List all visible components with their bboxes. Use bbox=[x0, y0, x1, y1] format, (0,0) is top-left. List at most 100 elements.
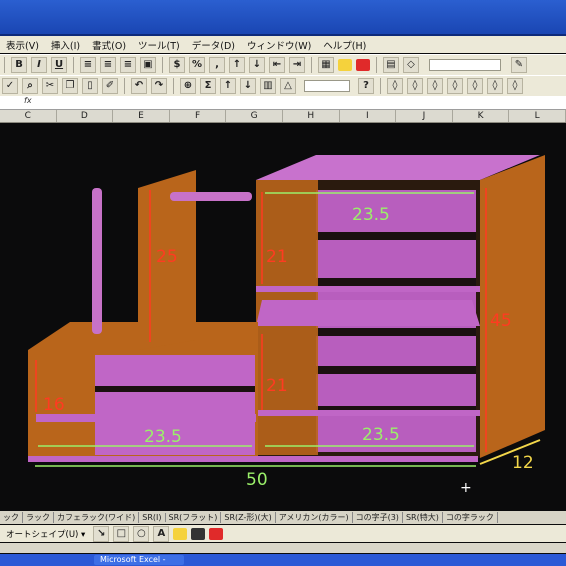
column-header[interactable]: I bbox=[340, 110, 397, 122]
sheet-tab[interactable]: カフェラック(ワイド) bbox=[54, 512, 140, 523]
increase-decimal-icon[interactable]: ↑ bbox=[229, 57, 245, 73]
research-icon[interactable]: ⌕ bbox=[22, 78, 38, 94]
arrow-tool-icon[interactable]: ↘ bbox=[93, 525, 110, 542]
undo-icon[interactable]: ↶ bbox=[131, 78, 147, 94]
menu-item-view[interactable]: 表示(V) bbox=[0, 38, 45, 52]
menu-item-data[interactable]: データ(D) bbox=[186, 38, 241, 52]
pen-icon[interactable]: ✎ bbox=[511, 57, 527, 73]
column-header[interactable]: F bbox=[170, 110, 227, 122]
drawing-icon[interactable]: △ bbox=[280, 78, 296, 94]
bold-button[interactable]: B bbox=[11, 57, 27, 73]
column-header[interactable]: L bbox=[509, 110, 566, 122]
menu-item-format[interactable]: 書式(O) bbox=[86, 38, 132, 52]
column-header-row: C D E F G H I J K L bbox=[0, 110, 566, 123]
sheet-tab[interactable]: SR(I) bbox=[139, 513, 166, 522]
review-icon-5[interactable]: ◊ bbox=[467, 78, 483, 94]
underline-button[interactable]: U bbox=[51, 57, 67, 73]
sheet-tab[interactable]: ラック bbox=[23, 512, 54, 523]
fill-color-icon[interactable] bbox=[173, 527, 188, 540]
fill-color-icon[interactable] bbox=[338, 59, 352, 71]
dim-total-width: 50 bbox=[246, 470, 268, 490]
textbox-tool-icon[interactable]: A bbox=[153, 525, 170, 542]
dim-right-mid-height: 21 bbox=[266, 376, 288, 396]
font-color-icon[interactable] bbox=[209, 527, 224, 540]
review-icon-4[interactable]: ◊ bbox=[447, 78, 463, 94]
toolbar-separator bbox=[173, 78, 174, 94]
sort-ascending-icon[interactable]: ↑ bbox=[220, 78, 236, 94]
chart-wizard-icon[interactable]: ▥ bbox=[260, 78, 276, 94]
column-header[interactable]: C bbox=[0, 110, 57, 122]
percent-icon[interactable]: % bbox=[189, 57, 205, 73]
column-header[interactable]: E bbox=[113, 110, 170, 122]
copy-icon[interactable]: ❐ bbox=[62, 78, 78, 94]
cut-icon[interactable]: ✂ bbox=[42, 78, 58, 94]
hyperlink-icon[interactable]: ⊕ bbox=[180, 78, 196, 94]
right-unit-side-panel bbox=[480, 155, 545, 458]
currency-icon[interactable]: $ bbox=[169, 57, 185, 73]
menu-item-insert[interactable]: 挿入(I) bbox=[45, 38, 86, 52]
eraser-icon[interactable]: ◇ bbox=[403, 57, 419, 73]
vertical-pole bbox=[92, 188, 102, 334]
toolbar-separator bbox=[162, 57, 163, 73]
align-right-icon[interactable]: ≡ bbox=[120, 57, 136, 73]
review-icon-7[interactable]: ◊ bbox=[507, 78, 523, 94]
dim-depth: 12 bbox=[512, 453, 534, 473]
line-color-icon[interactable] bbox=[191, 527, 206, 540]
decrease-indent-icon[interactable]: ⇤ bbox=[269, 57, 285, 73]
sheet-tab[interactable]: アメリカン(カラー) bbox=[276, 512, 353, 523]
review-icon-1[interactable]: ◊ bbox=[387, 78, 403, 94]
review-icon-6[interactable]: ◊ bbox=[487, 78, 503, 94]
align-left-icon[interactable]: ≡ bbox=[80, 57, 96, 73]
sheet-tab[interactable]: SR(Z-形)(大) bbox=[221, 512, 276, 523]
formula-bar[interactable]: fx bbox=[0, 96, 566, 110]
sheet-tab[interactable]: SR(フラット) bbox=[166, 512, 222, 523]
line-style-select[interactable] bbox=[429, 59, 501, 71]
column-header[interactable]: J bbox=[396, 110, 453, 122]
review-icon-3[interactable]: ◊ bbox=[427, 78, 443, 94]
column-header[interactable]: K bbox=[453, 110, 510, 122]
paste-icon[interactable]: ▯ bbox=[82, 78, 98, 94]
ellipse-tool-icon[interactable]: ○ bbox=[133, 525, 150, 542]
spellcheck-icon[interactable]: ✓ bbox=[2, 78, 18, 94]
format-painter-icon[interactable]: ✐ bbox=[102, 78, 118, 94]
formatting-toolbar: B I U ≡ ≡ ≡ ▣ $ % , ↑ ↓ ⇤ ⇥ ▦ ▤ ◇ ✎ bbox=[0, 54, 566, 76]
decrease-decimal-icon[interactable]: ↓ bbox=[249, 57, 265, 73]
zoom-select[interactable] bbox=[304, 80, 350, 92]
rectangle-tool-icon[interactable]: □ bbox=[113, 525, 130, 542]
menu-item-tools[interactable]: ツール(T) bbox=[132, 38, 186, 52]
italic-button[interactable]: I bbox=[31, 57, 47, 73]
autoshape-menu[interactable]: オートシェイプ(U) ▾ bbox=[0, 528, 91, 540]
sheet-tab[interactable]: コの字子(3) bbox=[353, 512, 403, 523]
merge-center-icon[interactable]: ▣ bbox=[140, 57, 156, 73]
column-header[interactable]: H bbox=[283, 110, 340, 122]
font-color-icon[interactable] bbox=[356, 59, 370, 71]
increase-indent-icon[interactable]: ⇥ bbox=[289, 57, 305, 73]
column-header[interactable]: D bbox=[57, 110, 114, 122]
review-icon-2[interactable]: ◊ bbox=[407, 78, 423, 94]
align-center-icon[interactable]: ≡ bbox=[100, 57, 116, 73]
sort-descending-icon[interactable]: ↓ bbox=[240, 78, 256, 94]
help-icon[interactable]: ? bbox=[358, 78, 374, 94]
sheet-tab[interactable]: ック bbox=[0, 512, 23, 523]
redo-icon[interactable]: ↷ bbox=[151, 78, 167, 94]
menu-item-help[interactable]: ヘルプ(H) bbox=[317, 38, 372, 52]
sheet-tabs: ック ラック カフェラック(ワイド) SR(I) SR(フラット) SR(Z-形… bbox=[0, 511, 566, 524]
menu-item-window[interactable]: ウィンドウ(W) bbox=[241, 38, 317, 52]
taskbar: Microsoft Excel - bbox=[0, 554, 566, 566]
borders-icon[interactable]: ▦ bbox=[318, 57, 334, 73]
crosshair-cursor-icon: + bbox=[460, 480, 472, 496]
right-shelf-2 bbox=[256, 300, 480, 326]
fx-label: fx bbox=[24, 96, 32, 105]
comma-icon[interactable]: , bbox=[209, 57, 225, 73]
autosum-icon[interactable]: Σ bbox=[200, 78, 216, 94]
chart-icon[interactable]: ▤ bbox=[383, 57, 399, 73]
sheet-tab[interactable]: コの字ラック bbox=[443, 512, 498, 523]
worksheet-canvas[interactable]: 25 21 21 16 45 23.5 23.5 23.5 50 12 + bbox=[0, 123, 566, 510]
taskbar-excel-button[interactable]: Microsoft Excel - bbox=[94, 555, 184, 565]
hanging-rod bbox=[170, 192, 252, 201]
left-shelf bbox=[36, 414, 256, 422]
toolbar-separator bbox=[376, 57, 377, 73]
base-board bbox=[28, 456, 478, 462]
sheet-tab[interactable]: SR(特大) bbox=[403, 512, 443, 523]
column-header[interactable]: G bbox=[226, 110, 283, 122]
